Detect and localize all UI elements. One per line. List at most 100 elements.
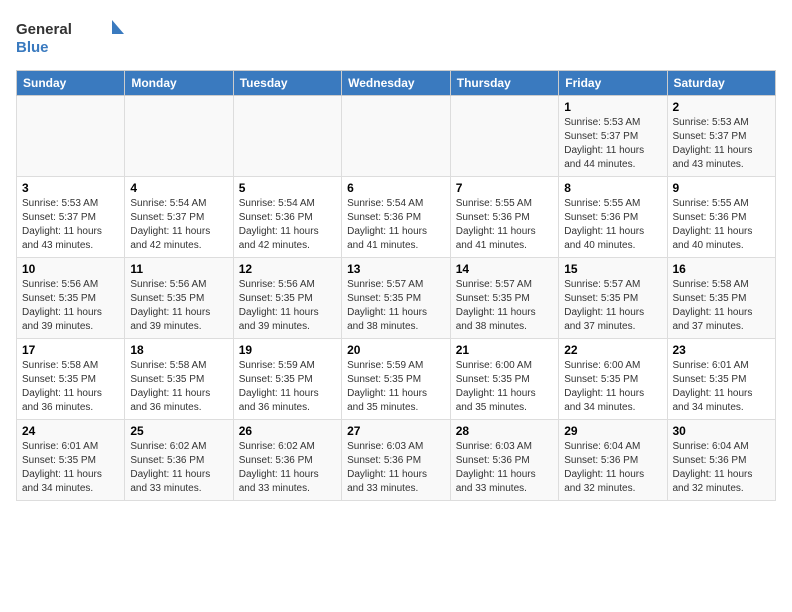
day-info-13: Sunrise: 5:57 AMSunset: 5:35 PMDaylight:… bbox=[347, 278, 445, 334]
weekday-header-wednesday: Wednesday bbox=[342, 71, 451, 96]
day-info-30: Sunrise: 6:04 AMSunset: 5:36 PMDaylight:… bbox=[673, 440, 771, 496]
weekday-header-saturday: Saturday bbox=[667, 71, 776, 96]
day-number-2: 2 bbox=[673, 100, 771, 114]
logo-wordmark: General Blue bbox=[16, 16, 126, 60]
day-info-2: Sunrise: 5:53 AMSunset: 5:37 PMDaylight:… bbox=[673, 116, 771, 172]
day-info-16: Sunrise: 5:58 AMSunset: 5:35 PMDaylight:… bbox=[673, 278, 771, 334]
day-info-24: Sunrise: 6:01 AMSunset: 5:35 PMDaylight:… bbox=[22, 440, 119, 496]
day-info-3: Sunrise: 5:53 AMSunset: 5:37 PMDaylight:… bbox=[22, 197, 119, 253]
svg-text:General: General bbox=[16, 21, 72, 38]
day-number-21: 21 bbox=[456, 343, 553, 357]
day-number-10: 10 bbox=[22, 262, 119, 276]
day-cell-13: 13 Sunrise: 5:57 AMSunset: 5:35 PMDayligh… bbox=[342, 258, 451, 339]
empty-cell bbox=[125, 96, 233, 177]
empty-cell bbox=[342, 96, 451, 177]
weekday-header-sunday: Sunday bbox=[17, 71, 125, 96]
day-cell-4: 4 Sunrise: 5:54 AMSunset: 5:37 PMDaylight… bbox=[125, 177, 233, 258]
weekday-header-monday: Monday bbox=[125, 71, 233, 96]
day-cell-23: 23 Sunrise: 6:01 AMSunset: 5:35 PMDayligh… bbox=[667, 339, 776, 420]
day-number-18: 18 bbox=[130, 343, 227, 357]
day-info-6: Sunrise: 5:54 AMSunset: 5:36 PMDaylight:… bbox=[347, 197, 445, 253]
day-number-8: 8 bbox=[564, 181, 661, 195]
day-cell-3: 3 Sunrise: 5:53 AMSunset: 5:37 PMDaylight… bbox=[17, 177, 125, 258]
day-info-4: Sunrise: 5:54 AMSunset: 5:37 PMDaylight:… bbox=[130, 197, 227, 253]
day-info-9: Sunrise: 5:55 AMSunset: 5:36 PMDaylight:… bbox=[673, 197, 771, 253]
week-row-3: 10 Sunrise: 5:56 AMSunset: 5:35 PMDayligh… bbox=[17, 258, 776, 339]
day-cell-11: 11 Sunrise: 5:56 AMSunset: 5:35 PMDayligh… bbox=[125, 258, 233, 339]
day-cell-2: 2 Sunrise: 5:53 AMSunset: 5:37 PMDaylight… bbox=[667, 96, 776, 177]
day-cell-12: 12 Sunrise: 5:56 AMSunset: 5:35 PMDayligh… bbox=[233, 258, 341, 339]
day-cell-14: 14Sunrise: 5:57 AMSunset: 5:35 PMDayligh… bbox=[450, 258, 558, 339]
day-info-1: Sunrise: 5:53 AMSunset: 5:37 PMDaylight:… bbox=[564, 116, 661, 172]
day-info-26: Sunrise: 6:02 AMSunset: 5:36 PMDaylight:… bbox=[239, 440, 336, 496]
day-number-13: 13 bbox=[347, 262, 445, 276]
day-cell-9: 9 Sunrise: 5:55 AMSunset: 5:36 PMDaylight… bbox=[667, 177, 776, 258]
day-number-27: 27 bbox=[347, 424, 445, 438]
day-cell-18: 18 Sunrise: 5:58 AMSunset: 5:35 PMDayligh… bbox=[125, 339, 233, 420]
day-number-28: 28 bbox=[456, 424, 553, 438]
day-cell-25: 25 Sunrise: 6:02 AMSunset: 5:36 PMDayligh… bbox=[125, 420, 233, 501]
empty-cell bbox=[17, 96, 125, 177]
day-info-18: Sunrise: 5:58 AMSunset: 5:35 PMDaylight:… bbox=[130, 359, 227, 415]
day-number-6: 6 bbox=[347, 181, 445, 195]
day-number-12: 12 bbox=[239, 262, 336, 276]
day-number-22: 22 bbox=[564, 343, 661, 357]
day-cell-30: 30Sunrise: 6:04 AMSunset: 5:36 PMDayligh… bbox=[667, 420, 776, 501]
day-info-5: Sunrise: 5:54 AMSunset: 5:36 PMDaylight:… bbox=[239, 197, 336, 253]
calendar-table: SundayMondayTuesdayWednesdayThursdayFrid… bbox=[16, 70, 776, 501]
day-cell-1: 1 Sunrise: 5:53 AMSunset: 5:37 PMDaylight… bbox=[559, 96, 667, 177]
day-cell-10: 10 Sunrise: 5:56 AMSunset: 5:35 PMDayligh… bbox=[17, 258, 125, 339]
day-number-5: 5 bbox=[239, 181, 336, 195]
week-row-2: 3 Sunrise: 5:53 AMSunset: 5:37 PMDaylight… bbox=[17, 177, 776, 258]
page-header: General Blue bbox=[16, 16, 776, 60]
day-cell-7: 7 Sunrise: 5:55 AMSunset: 5:36 PMDaylight… bbox=[450, 177, 558, 258]
day-number-14: 14 bbox=[456, 262, 553, 276]
day-number-23: 23 bbox=[673, 343, 771, 357]
day-cell-26: 26 Sunrise: 6:02 AMSunset: 5:36 PMDayligh… bbox=[233, 420, 341, 501]
day-cell-19: 19 Sunrise: 5:59 AMSunset: 5:35 PMDayligh… bbox=[233, 339, 341, 420]
day-number-9: 9 bbox=[673, 181, 771, 195]
day-info-21: Sunrise: 6:00 AMSunset: 5:35 PMDaylight:… bbox=[456, 359, 553, 415]
day-number-20: 20 bbox=[347, 343, 445, 357]
day-cell-24: 24 Sunrise: 6:01 AMSunset: 5:35 PMDayligh… bbox=[17, 420, 125, 501]
day-number-24: 24 bbox=[22, 424, 119, 438]
day-number-29: 29 bbox=[564, 424, 661, 438]
weekday-header-thursday: Thursday bbox=[450, 71, 558, 96]
empty-cell bbox=[450, 96, 558, 177]
week-row-4: 17Sunrise: 5:58 AMSunset: 5:35 PMDayligh… bbox=[17, 339, 776, 420]
day-cell-6: 6 Sunrise: 5:54 AMSunset: 5:36 PMDaylight… bbox=[342, 177, 451, 258]
day-number-1: 1 bbox=[564, 100, 661, 114]
day-info-29: Sunrise: 6:04 AMSunset: 5:36 PMDaylight:… bbox=[564, 440, 661, 496]
day-info-25: Sunrise: 6:02 AMSunset: 5:36 PMDaylight:… bbox=[130, 440, 227, 496]
day-number-3: 3 bbox=[22, 181, 119, 195]
day-number-4: 4 bbox=[130, 181, 227, 195]
day-info-7: Sunrise: 5:55 AMSunset: 5:36 PMDaylight:… bbox=[456, 197, 553, 253]
svg-text:Blue: Blue bbox=[16, 39, 49, 56]
day-cell-8: 8 Sunrise: 5:55 AMSunset: 5:36 PMDaylight… bbox=[559, 177, 667, 258]
day-number-26: 26 bbox=[239, 424, 336, 438]
day-cell-22: 22 Sunrise: 6:00 AMSunset: 5:35 PMDayligh… bbox=[559, 339, 667, 420]
week-row-5: 24 Sunrise: 6:01 AMSunset: 5:35 PMDayligh… bbox=[17, 420, 776, 501]
day-cell-21: 21 Sunrise: 6:00 AMSunset: 5:35 PMDayligh… bbox=[450, 339, 558, 420]
day-info-22: Sunrise: 6:00 AMSunset: 5:35 PMDaylight:… bbox=[564, 359, 661, 415]
weekday-header-row: SundayMondayTuesdayWednesdayThursdayFrid… bbox=[17, 71, 776, 96]
day-cell-17: 17Sunrise: 5:58 AMSunset: 5:35 PMDayligh… bbox=[17, 339, 125, 420]
day-number-7: 7 bbox=[456, 181, 553, 195]
week-row-1: 1 Sunrise: 5:53 AMSunset: 5:37 PMDaylight… bbox=[17, 96, 776, 177]
day-info-19: Sunrise: 5:59 AMSunset: 5:35 PMDaylight:… bbox=[239, 359, 336, 415]
logo: General Blue bbox=[16, 16, 126, 60]
day-info-8: Sunrise: 5:55 AMSunset: 5:36 PMDaylight:… bbox=[564, 197, 661, 253]
day-info-28: Sunrise: 6:03 AMSunset: 5:36 PMDaylight:… bbox=[456, 440, 553, 496]
day-info-17: Sunrise: 5:58 AMSunset: 5:35 PMDaylight:… bbox=[22, 359, 119, 415]
day-number-25: 25 bbox=[130, 424, 227, 438]
weekday-header-friday: Friday bbox=[559, 71, 667, 96]
empty-cell bbox=[233, 96, 341, 177]
day-info-23: Sunrise: 6:01 AMSunset: 5:35 PMDaylight:… bbox=[673, 359, 771, 415]
day-info-10: Sunrise: 5:56 AMSunset: 5:35 PMDaylight:… bbox=[22, 278, 119, 334]
day-number-11: 11 bbox=[130, 262, 227, 276]
day-info-11: Sunrise: 5:56 AMSunset: 5:35 PMDaylight:… bbox=[130, 278, 227, 334]
day-number-16: 16 bbox=[673, 262, 771, 276]
day-number-19: 19 bbox=[239, 343, 336, 357]
day-info-12: Sunrise: 5:56 AMSunset: 5:35 PMDaylight:… bbox=[239, 278, 336, 334]
day-cell-20: 20Sunrise: 5:59 AMSunset: 5:35 PMDayligh… bbox=[342, 339, 451, 420]
